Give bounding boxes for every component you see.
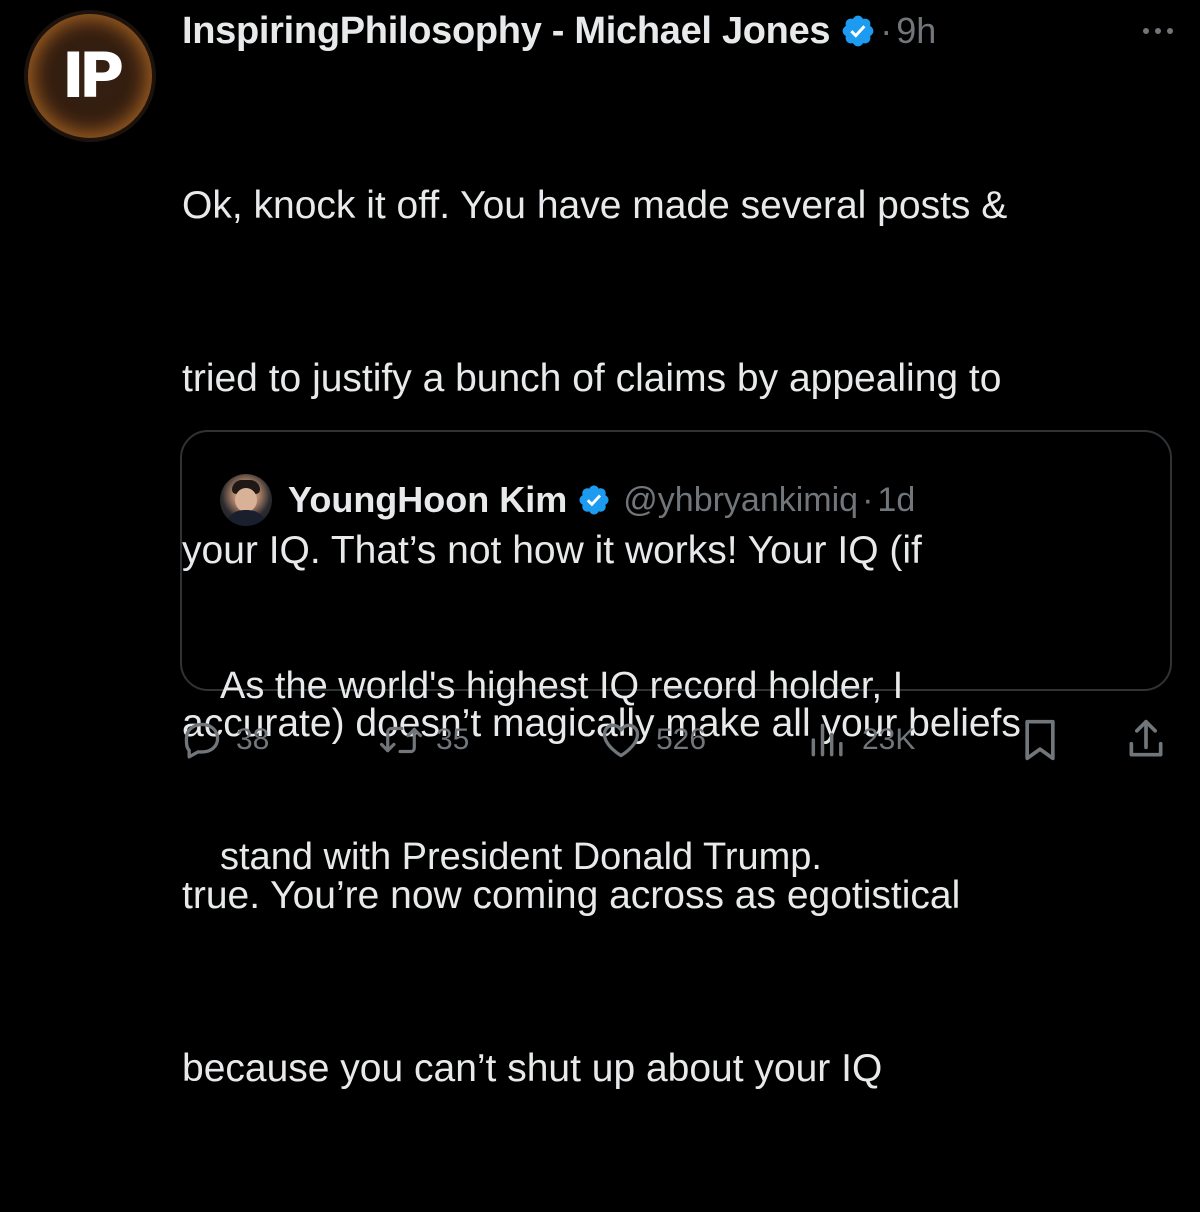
author-display-name[interactable]: InspiringPhilosophy - Michael Jones (182, 10, 831, 53)
views-chart-icon (811, 723, 843, 757)
retweet-icon (379, 726, 423, 754)
views-count: 23K (862, 723, 916, 756)
quoted-author-avatar[interactable] (220, 474, 272, 526)
tweet-text-line: tried to justify a bunch of claims by ap… (182, 356, 1002, 400)
retweet-count: 35 (436, 723, 470, 756)
avatar-suit (224, 510, 268, 526)
avatar-monogram: IP (61, 39, 125, 112)
reply-count: 38 (236, 723, 270, 756)
bookmark-button[interactable] (1018, 715, 1062, 765)
heart-icon (602, 723, 640, 758)
share-button[interactable] (1124, 715, 1168, 765)
verified-badge-icon (842, 15, 874, 47)
separator-dot: · (862, 480, 874, 519)
quoted-tweet-card[interactable]: YoungHoon Kim @yhbryankimiq · 1d As the … (180, 430, 1172, 878)
tweet-text-line: Ok, knock it off. You have made several … (182, 184, 1008, 227)
reply-button[interactable]: 38 (180, 715, 269, 765)
like-count: 526 (656, 723, 707, 756)
tweet-text-line: because you can’t shut up about your IQ (182, 1046, 883, 1090)
ellipsis-icon[interactable] (1138, 16, 1178, 46)
tweet[interactable]: IP InspiringPhilosophy - Michael Jones ·… (0, 0, 1200, 1090)
quoted-post-time[interactable]: 1d (877, 481, 915, 520)
share-icon (1129, 719, 1163, 757)
retweet-button[interactable]: 35 (378, 715, 469, 765)
quoted-tweet-text: As the world's highest IQ record holder,… (220, 544, 1140, 1000)
views-button[interactable]: 23K (806, 715, 915, 765)
quoted-author-display-name[interactable]: YoungHoon Kim (288, 479, 567, 521)
post-time[interactable]: 9h (896, 10, 936, 52)
like-button[interactable]: 526 (598, 715, 706, 765)
verified-badge-icon (579, 485, 609, 515)
action-bar: 38 35 526 23K (180, 715, 1172, 765)
quoted-tweet-header: YoungHoon Kim @yhbryankimiq · 1d (288, 472, 915, 528)
quoted-text-line: As the world's highest IQ record holder,… (220, 665, 904, 707)
quoted-author-handle[interactable]: @yhbryankimiq (623, 481, 858, 520)
author-avatar[interactable]: IP (24, 10, 156, 142)
quoted-text-line: stand with President Donald Trump. (220, 836, 822, 878)
bookmark-icon (1025, 719, 1055, 761)
tweet-header: InspiringPhilosophy - Michael Jones · 9h (182, 6, 936, 56)
separator-dot: · (880, 10, 893, 51)
reply-icon (184, 722, 220, 759)
avatar-face (235, 488, 257, 512)
